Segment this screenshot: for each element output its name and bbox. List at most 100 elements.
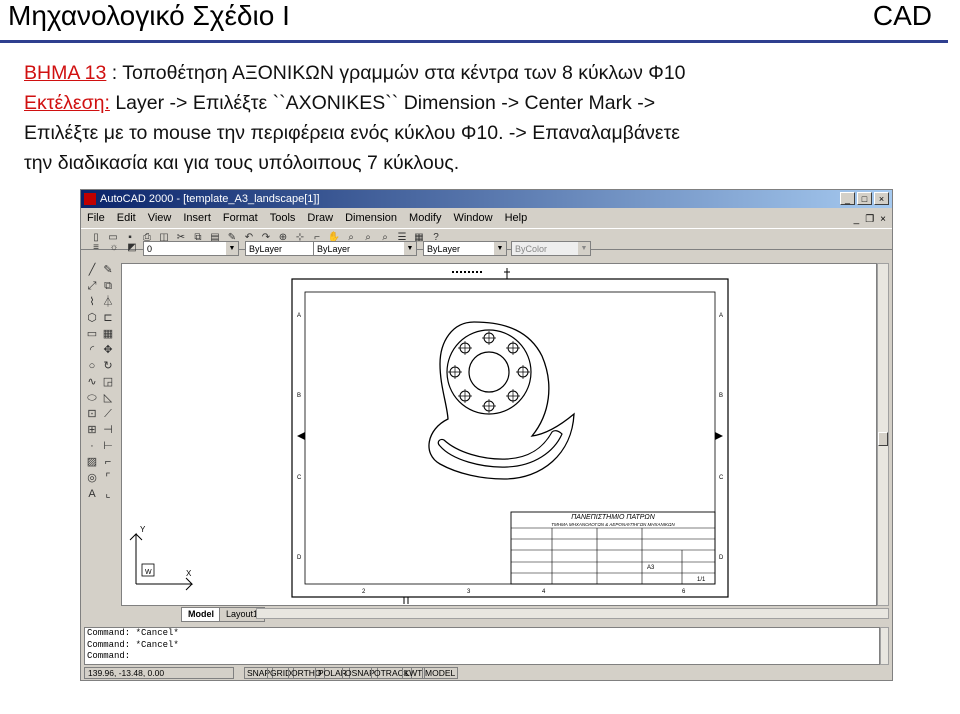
sheet-outer-border [291,278,729,598]
insert-block-icon[interactable]: ⊡ [85,407,99,421]
arc-icon[interactable]: ◜ [85,343,99,357]
command-prompt[interactable]: Command: [87,651,879,663]
ucs-icon: Y W X [129,525,194,591]
erase-icon[interactable]: ✎ [101,263,115,277]
row-letter-d-right: D [719,555,724,561]
menu-insert[interactable]: Insert [177,209,217,227]
row-letter-c: C [297,475,302,481]
plotstyle-combo[interactable]: ByColor ▼ [511,241,591,256]
stretch-icon[interactable]: ◺ [101,391,115,405]
command-scrollbar[interactable] [880,627,889,665]
bolt-hole-6 [458,389,472,403]
scroll-thumb[interactable] [878,432,888,446]
model-toggle[interactable]: MODEL [422,667,459,679]
title-block-grid [511,527,715,584]
window-titlebar[interactable]: AutoCAD 2000 - [template_A3_landscape[1]… [81,190,892,208]
fillet-icon[interactable]: ⌞ [101,487,115,501]
menu-dimension[interactable]: Dimension [339,209,403,227]
polygon-icon[interactable]: ⬡ [85,311,99,325]
array-icon[interactable]: ▦ [101,327,115,341]
move-icon[interactable]: ✥ [101,343,115,357]
bolt-hole-2 [506,341,520,355]
trim-icon[interactable]: ⊣ [101,423,115,437]
menu-tools[interactable]: Tools [264,209,302,227]
layer-value: 0 [147,244,153,254]
menu-format[interactable]: Format [217,209,264,227]
plotstyle-value: ByColor [515,244,548,254]
command-line-1: Command: *Cancel* [87,628,179,638]
exec-label: Εκτέλεση: [24,92,110,114]
color-value: ByLayer [249,244,283,254]
linetype-value: ByLayer [317,244,351,254]
extend-icon[interactable]: ⊢ [101,439,115,453]
part-slot [437,430,563,468]
menu-file[interactable]: File [81,209,111,227]
make-block-icon[interactable]: ⊞ [85,423,99,437]
layers-icon[interactable]: ≡ [89,241,103,255]
slide-title-cad: CAD [872,0,932,31]
autocad-window: AutoCAD 2000 - [template_A3_landscape[1]… [80,189,893,681]
menu-help[interactable]: Help [499,209,534,227]
line-icon[interactable]: ╱ [85,263,99,277]
rotate-icon[interactable]: ↻ [101,359,115,373]
coordinates-display[interactable]: 139.96, -13.48, 0.00 [84,667,234,679]
drawing-area[interactable]: A B C D A B C D 2 3 4 6 ΠΑΝΕΠΙΣΤΗΜΙΟ ΠΑΤ… [121,263,877,606]
drawing-canvas: A B C D A B C D 2 3 4 6 ΠΑΝΕΠΙΣΤΗΜΙΟ ΠΑΤ… [129,268,729,604]
minimize-button[interactable]: _ [840,192,855,205]
layer-combo[interactable]: 0 ▼ [143,241,239,256]
vertical-scrollbar[interactable] [877,263,889,606]
break-icon[interactable]: ⌐ [101,455,115,469]
chamfer-icon[interactable]: ⌜ [101,471,115,485]
command-line-2: Command: *Cancel* [87,639,179,650]
make-layer-current-icon[interactable]: ◩ [125,241,139,255]
chevron-down-icon: ▼ [578,242,590,255]
row-letter-b: B [297,393,301,399]
row-letter-a-right: A [719,313,723,319]
horizontal-scrollbar[interactable] [256,608,889,619]
row-letter-b-right: B [719,393,723,399]
menu-modify[interactable]: Modify [403,209,447,227]
lengthen-icon[interactable]: ⟋ [101,407,115,421]
step-line: ΒΗΜΑ 13 : Τοποθέτηση ΑΞΟΝΙΚΩΝ γραμμών στ… [24,58,944,88]
circle-icon[interactable]: ○ [85,359,99,373]
menu-view[interactable]: View [142,209,178,227]
menu-edit[interactable]: Edit [111,209,142,227]
tab-model[interactable]: Model [181,607,221,622]
doc-minimize-icon[interactable]: _ [854,211,860,229]
command-window[interactable]: Command: *Cancel* Command: *Cancel* Comm… [84,627,880,665]
lineweight-value: ByLayer [427,244,461,254]
bolt-hole-7 [448,365,462,379]
scale-icon[interactable]: ◲ [101,375,115,389]
multiline-text-icon[interactable]: A [85,487,99,501]
maximize-button[interactable]: □ [857,192,872,205]
spline-icon[interactable]: ∿ [85,375,99,389]
ucs-y-label: Y [140,525,146,534]
copy-object-icon[interactable]: ⧉ [101,279,115,293]
draw-modify-toolbars: ╱ ✎ ⤢ ⧉ ⌇ ⏃ ⬡ ⊏ ▭ ▦ ◜ ✥ ○ ↻ ∿ ◲ ⬭ ◺ ⊡ ⟋ … [83,263,117,503]
linetype-combo[interactable]: ByLayer ▼ [313,241,417,256]
offset-icon[interactable]: ⊏ [101,311,115,325]
doc-close-icon[interactable]: × [880,211,886,229]
menu-window[interactable]: Window [447,209,498,227]
top-center-mark [504,268,510,279]
layer-state-icon[interactable]: ☼ [107,241,121,255]
ellipse-icon[interactable]: ⬭ [85,391,99,405]
bolt-hole-5 [482,399,496,413]
menu-draw[interactable]: Draw [301,209,339,227]
hatch-icon[interactable]: ▨ [85,455,99,469]
instructions: ΒΗΜΑ 13 : Τοποθέτηση ΑΞΟΝΙΚΩΝ γραμμών στ… [24,58,944,178]
mirror-icon[interactable]: ⏃ [101,295,115,309]
construction-line-icon[interactable]: ⤢ [85,279,99,293]
right-center-mark [715,432,723,440]
point-icon[interactable]: · [85,439,99,453]
exec-text-1: Layer -> Επιλέξτε ``AXONIKES`` Dimension… [109,92,656,114]
polyline-icon[interactable]: ⌇ [85,295,99,309]
doc-restore-icon[interactable]: ❐ [865,211,874,229]
title-block-sheet: 1/1 [697,577,706,583]
window-title: AutoCAD 2000 - [template_A3_landscape[1]… [100,193,320,205]
close-button[interactable]: × [874,192,889,205]
lineweight-combo[interactable]: ByLayer ▼ [423,241,507,256]
rectangle-icon[interactable]: ▭ [85,327,99,341]
bottom-center-mark [403,597,409,604]
region-icon[interactable]: ◎ [85,471,99,485]
